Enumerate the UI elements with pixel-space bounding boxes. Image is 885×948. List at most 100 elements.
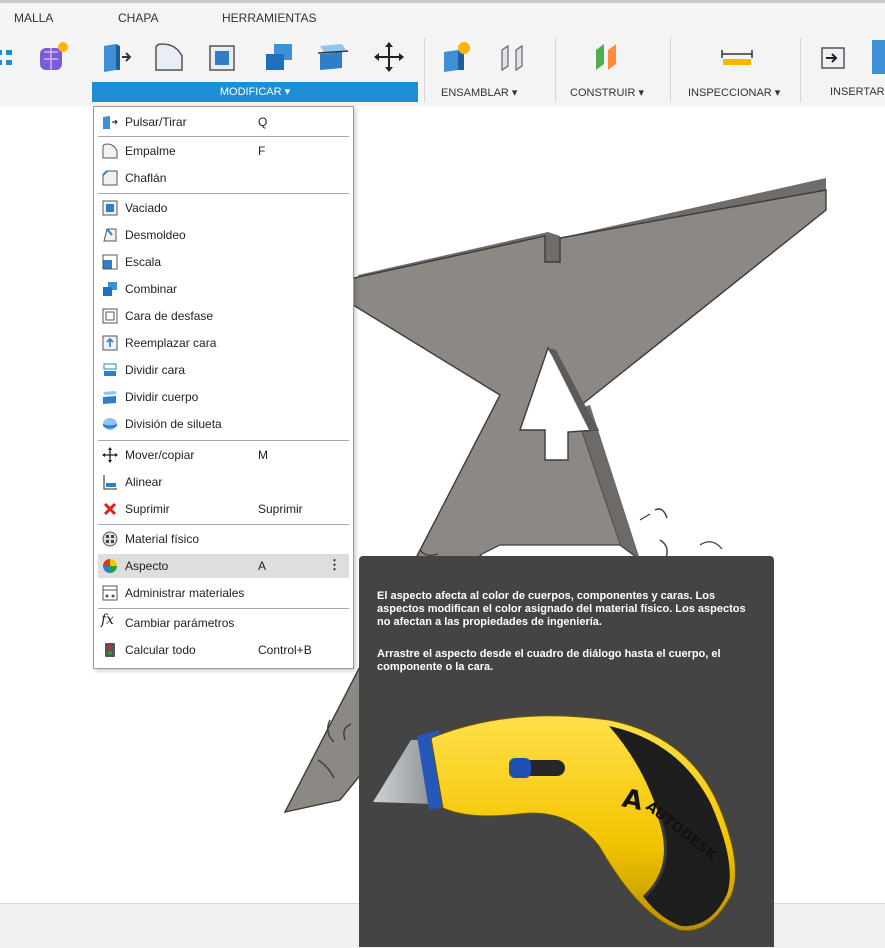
modificar-dropdown[interactable]: MODIFICAR ▾ (92, 82, 418, 102)
insert-icon[interactable] (816, 40, 850, 74)
delete-icon (103, 502, 117, 516)
offset-plane-icon[interactable] (590, 40, 624, 74)
move-icon[interactable] (372, 40, 406, 74)
menu-item-label: Dividir cuerpo (125, 390, 199, 404)
menu-item-cara-de-desfase[interactable]: Cara de desfase (98, 304, 349, 328)
tooltip-description: El aspecto afecta al color de cuerpos, c… (377, 590, 746, 628)
form-cube-icon[interactable] (36, 40, 70, 74)
ribbon-separator (424, 38, 425, 102)
appearance-icon (103, 559, 117, 573)
menu-item-aspecto[interactable]: Aspecto A ⋮ (98, 554, 349, 578)
menu-item-label: Alinear (125, 475, 163, 489)
shell-icon[interactable] (206, 40, 240, 74)
menu-item-shortcut: M (258, 448, 268, 462)
menu-item-mover-copiar[interactable]: Mover/copiar M (98, 443, 349, 467)
press-pull-icon (103, 116, 118, 129)
menu-item-vaciado[interactable]: Vaciado (98, 196, 349, 220)
menu-item-label: Pulsar/Tirar (125, 115, 187, 129)
menu-item-suprimir[interactable]: Suprimir Suprimir (98, 497, 349, 521)
combine-icon (103, 282, 117, 296)
menu-item-material-fisico[interactable]: Material físico (98, 527, 349, 551)
shell-icon (102, 200, 118, 216)
menu-item-alinear[interactable]: Alinear (98, 470, 349, 494)
align-icon (103, 475, 117, 490)
modificar-menu: Pulsar/Tirar Q Empalme F Chaflán Vaciado… (93, 106, 354, 669)
menu-item-pulsar-tirar[interactable]: Pulsar/Tirar Q (98, 110, 349, 134)
menu-item-label: Reemplazar cara (125, 336, 217, 350)
aspecto-tooltip: El aspecto afecta al color de cuerpos, c… (359, 556, 774, 947)
combine-icon[interactable] (262, 40, 296, 74)
menu-separator (98, 608, 349, 609)
fx-parameters-icon: fx (101, 612, 115, 628)
grid-icon[interactable] (0, 40, 16, 74)
menu-separator (98, 193, 349, 194)
menu-item-label: Dividir cara (125, 363, 186, 377)
menu-item-label: Material físico (125, 532, 200, 546)
replace-face-icon (102, 335, 118, 351)
menu-item-dividir-cara[interactable]: Dividir cara (98, 358, 349, 382)
menu-item-administrar-materiales[interactable]: Administrar materiales (98, 581, 349, 605)
utility-knife-image: A AUTODESK (373, 715, 736, 932)
menu-item-empalme[interactable]: Empalme F (98, 139, 349, 163)
menu-item-chaflan[interactable]: Chaflán (98, 166, 349, 190)
menu-item-label: Cara de desfase (125, 309, 214, 323)
modificar-label: MODIFICAR ▾ (219, 86, 291, 98)
menu-item-cambiar-parametros[interactable]: fx Cambiar parámetros (98, 611, 349, 635)
scale-icon (102, 254, 118, 270)
manage-materials-icon (102, 585, 118, 601)
split-face-icon (103, 363, 117, 376)
tab-malla[interactable]: MALLA (14, 11, 53, 25)
draft-icon (103, 228, 117, 242)
menu-item-combinar[interactable]: Combinar (98, 277, 349, 301)
ribbon: MODIFICAR ▾ ENSAMBLAR ▾ CONSTRUIR ▾ INSP… (0, 26, 885, 107)
menu-item-division-de-silueta[interactable]: División de silueta (98, 412, 349, 436)
tab-herramientas[interactable]: HERRAMIENTAS (222, 11, 316, 25)
menu-item-dividir-cuerpo[interactable]: Dividir cuerpo (98, 385, 349, 409)
tooltip-instructions: Arrastre el aspecto desde el cuadro de d… (377, 648, 721, 673)
tab-chapa[interactable]: CHAPA (118, 11, 158, 25)
menu-item-label: División de silueta (125, 417, 222, 431)
menu-item-shortcut: Q (258, 115, 268, 129)
offset-face-icon (102, 308, 118, 324)
menu-separator (98, 136, 349, 137)
menu-item-label: Escala (125, 255, 162, 269)
menu-item-shortcut: Control+B (258, 643, 312, 657)
menu-item-label: Administrar materiales (125, 586, 245, 600)
insertar-dropdown[interactable]: INSERTAR (830, 86, 885, 98)
menu-item-label: Calcular todo (125, 643, 196, 657)
menu-item-desmoldeo[interactable]: Desmoldeo (98, 223, 349, 247)
split-body-icon (103, 391, 117, 404)
menu-item-label: Vaciado (125, 201, 168, 215)
menu-item-calcular-todo[interactable]: Calcular todo Control+B (98, 638, 349, 662)
physical-material-icon (102, 531, 118, 547)
menu-item-reemplazar-cara[interactable]: Reemplazar cara (98, 331, 349, 355)
construir-dropdown[interactable]: CONSTRUIR ▾ (570, 86, 644, 99)
menu-separator (98, 440, 349, 441)
press-pull-icon[interactable] (100, 40, 134, 74)
ribbon-separator (555, 38, 556, 102)
menu-item-label: Aspecto (125, 559, 169, 573)
compute-all-icon (105, 643, 115, 657)
insert-icon-partial[interactable] (872, 40, 885, 74)
menu-item-shortcut: F (258, 144, 266, 158)
split-body-icon[interactable] (316, 40, 350, 74)
new-component-icon[interactable] (440, 40, 474, 74)
menu-item-shortcut: Suprimir (258, 502, 303, 516)
more-options-icon[interactable]: ⋮ (328, 557, 341, 573)
fillet-icon[interactable] (152, 40, 186, 74)
inspeccionar-dropdown[interactable]: INSPECCIONAR ▾ (688, 86, 780, 99)
menu-item-label: Empalme (125, 144, 176, 158)
move-icon (102, 447, 118, 463)
menu-item-escala[interactable]: Escala (98, 250, 349, 274)
menu-item-label: Chaflán (125, 171, 167, 185)
fillet-icon (102, 143, 118, 159)
chamfer-icon (102, 170, 118, 186)
silhouette-split-icon (103, 418, 117, 430)
ensamblar-dropdown[interactable]: ENSAMBLAR ▾ (441, 86, 517, 99)
menu-item-label: Desmoldeo (125, 228, 186, 242)
measure-icon[interactable] (720, 40, 754, 74)
menu-item-label: Combinar (125, 282, 178, 296)
joint-icon[interactable] (496, 40, 530, 74)
menu-item-shortcut: A (258, 559, 267, 573)
menu-item-label: Cambiar parámetros (125, 616, 235, 630)
